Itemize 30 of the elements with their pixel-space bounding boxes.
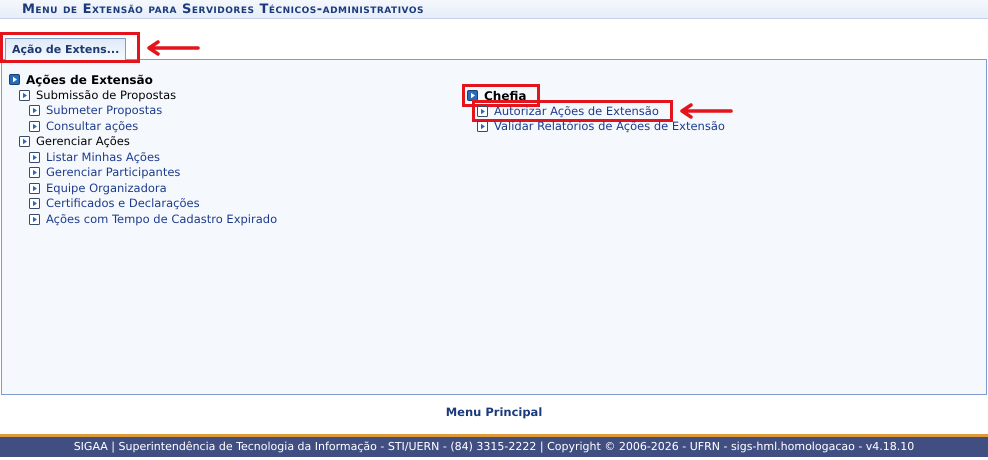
menu-link[interactable]: Gerenciar Participantes xyxy=(46,164,180,182)
status-text: SIGAA | Superintendência de Tecnologia da Informação - STI/UERN - (84) 3315-2222 | Copyright © 2006-2026 - UFRN - sigs-hml.homologacao - v4.18.10 xyxy=(74,439,914,455)
menu-link[interactable]: Certificados e Declarações xyxy=(46,195,200,212)
menu-link[interactable]: Ações com Tempo de Cadastro Expirado xyxy=(46,210,278,228)
menu-link[interactable]: Validar Relatórios de Ações de Extensão xyxy=(494,118,725,136)
play-square-icon xyxy=(29,105,40,116)
play-square-icon xyxy=(19,136,30,148)
page-title: Menu de Extensão para Servidores Técnicos-administrativos xyxy=(22,2,424,16)
play-square-icon xyxy=(29,167,40,178)
menu-link[interactable]: Submeter Propostas xyxy=(46,102,162,120)
tab[interactable]: Ação de Extens... xyxy=(5,38,126,60)
menu-link[interactable]: Equipe Organizadora xyxy=(46,180,167,197)
play-square-icon xyxy=(477,106,488,117)
play-square-icon xyxy=(477,121,488,132)
play-square-icon xyxy=(29,152,40,163)
menu-link[interactable]: Consultar ações xyxy=(46,118,138,135)
section-heading: Chefia xyxy=(484,88,526,105)
menu-link[interactable]: Autorizar Ações de Extensão xyxy=(494,102,659,120)
menu-group: Submissão de Propostas xyxy=(36,86,176,104)
menu-group: Gerenciar Ações xyxy=(36,133,130,150)
play-square-icon xyxy=(29,198,40,210)
play-square-icon xyxy=(19,90,30,101)
main-menu-link[interactable]: Menu Principal xyxy=(446,404,542,422)
play-square-icon xyxy=(29,214,40,225)
play-square-icon xyxy=(9,74,20,86)
menu-link[interactable]: Listar Minhas Ações xyxy=(46,148,160,166)
play-square-icon xyxy=(467,90,478,102)
play-square-icon xyxy=(29,120,40,132)
play-square-icon xyxy=(29,182,40,194)
section-heading: Ações de Extensão xyxy=(26,72,153,89)
